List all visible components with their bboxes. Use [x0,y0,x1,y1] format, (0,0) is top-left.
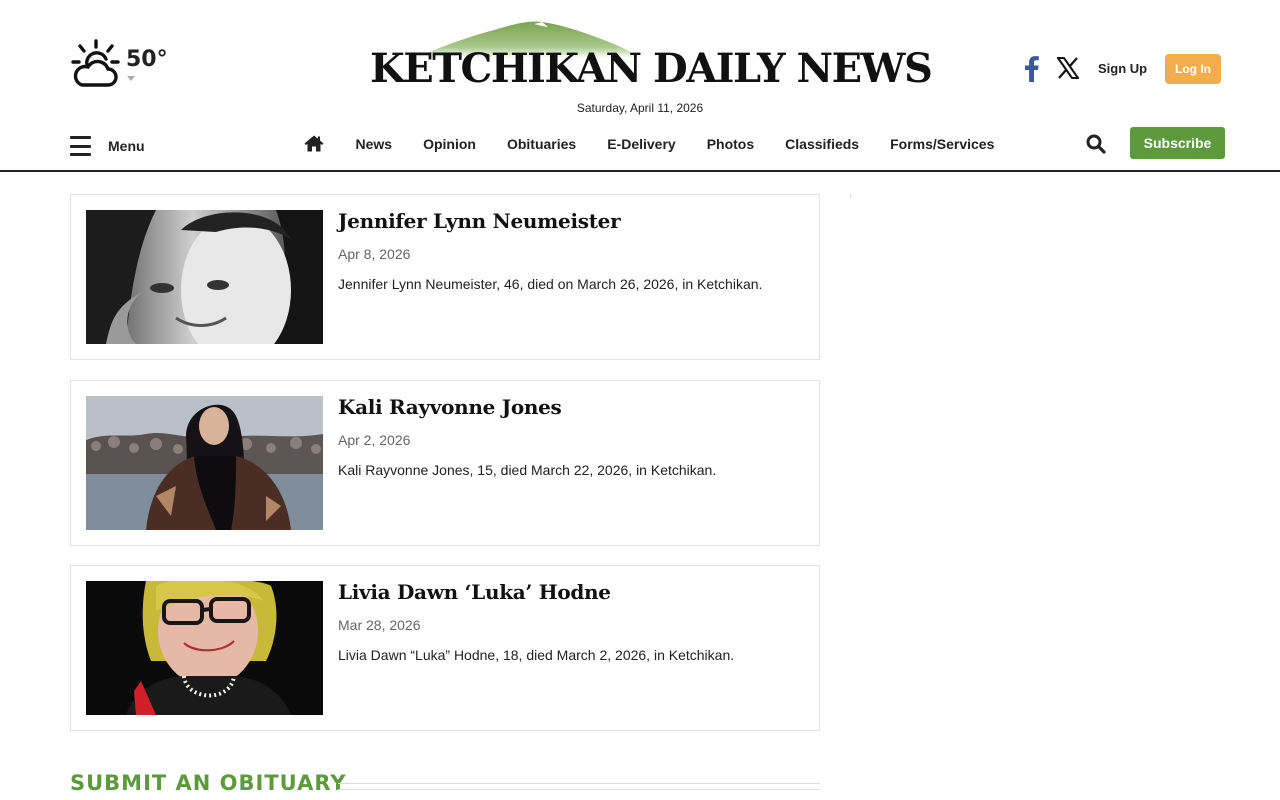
partly-cloudy-icon [71,39,120,87]
obituary-photo[interactable] [86,396,323,530]
obituary-summary: Jennifer Lynn Neumeister, 46, died on Ma… [338,276,763,292]
nav-item-opinion[interactable]: Opinion [408,136,492,152]
weather-dropdown-caret[interactable] [127,76,135,81]
portrait-image [86,396,323,530]
site-logo[interactable]: KETCHIKAN DAILY NEWS [370,18,933,92]
subscribe-button[interactable]: Subscribe [1130,127,1225,159]
obituary-card[interactable]: Jennifer Lynn Neumeister Apr 8, 2026 Jen… [70,194,820,360]
obituary-name[interactable]: Kali Rayvonne Jones [338,395,562,419]
sign-up-link[interactable]: Sign Up [1098,61,1147,76]
obituary-card[interactable]: Kali Rayvonne Jones Apr 2, 2026 Kali Ray… [70,380,820,546]
weather-widget[interactable]: 50° [70,38,168,90]
menu-button[interactable]: Menu [70,136,145,156]
nav-item-classifieds[interactable]: Classifieds [770,136,875,152]
section-divider [338,789,820,790]
obituary-photo[interactable] [86,581,323,715]
obituary-name[interactable]: Livia Dawn ‘Luka’ Hodne [338,580,611,604]
obituary-card[interactable]: Livia Dawn ‘Luka’ Hodne Mar 28, 2026 Liv… [70,565,820,731]
home-icon[interactable] [304,135,324,152]
x-icon[interactable] [1057,57,1079,79]
obituary-date: Apr 8, 2026 [338,246,411,262]
nav-item-photos[interactable]: Photos [691,136,769,152]
portrait-image [86,210,323,344]
nav-item-e-delivery[interactable]: E-Delivery [592,136,691,152]
obituary-date: Mar 28, 2026 [338,617,421,633]
obituary-name[interactable]: Jennifer Lynn Neumeister [338,209,621,233]
submit-obituary-heading: SUBMIT AN OBITUARY [70,771,347,795]
nav-item-news[interactable]: News [340,136,408,152]
main-nav: News Opinion Obituaries E-Delivery Photo… [340,133,1010,155]
nav-item-forms-services[interactable]: Forms/Services [875,136,1010,152]
obituary-date: Apr 2, 2026 [338,432,411,448]
header-divider [0,170,1280,172]
section-divider [338,783,820,784]
obituary-summary: Livia Dawn “Luka” Hodne, 18, died March … [338,647,735,663]
weather-temperature: 50° [126,47,168,72]
header-date: Saturday, April 11, 2026 [576,101,704,115]
facebook-icon[interactable] [1021,54,1041,82]
log-in-button[interactable]: Log In [1165,54,1221,84]
obituary-summary: Kali Rayvonne Jones, 15, died March 22, … [338,462,717,478]
hamburger-icon [70,136,91,156]
masthead-title: KETCHIKAN DAILY NEWS [370,45,933,92]
search-icon[interactable] [1086,134,1106,154]
sidebar-edge [850,194,851,198]
menu-label: Menu [108,138,145,154]
nav-item-obituaries[interactable]: Obituaries [491,136,591,152]
portrait-image [86,581,323,715]
obituary-photo[interactable] [86,210,323,344]
